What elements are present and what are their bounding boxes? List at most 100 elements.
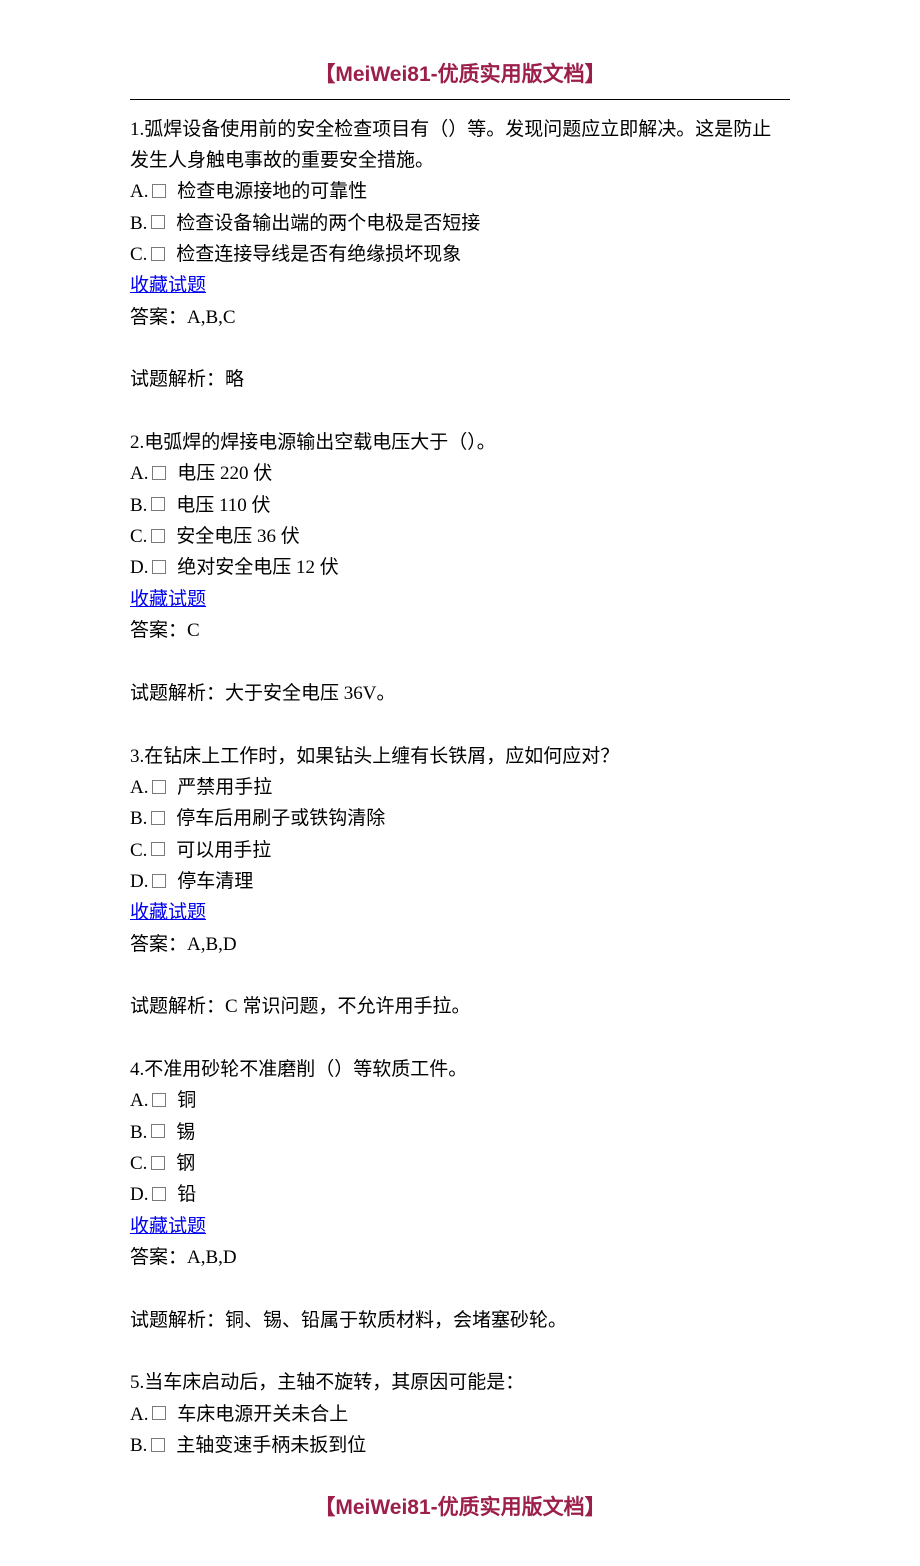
checkbox-icon[interactable] [152, 1093, 166, 1107]
analysis-value: 铜、锡、铅属于软质材料，会堵塞砂轮。 [225, 1310, 567, 1331]
option-text: 安全电压 36 伏 [171, 521, 299, 552]
option-row: B. 主轴变速手柄未扳到位 [130, 1430, 790, 1461]
checkbox-icon[interactable] [152, 874, 166, 888]
option-text: 检查电源接地的可靠性 [172, 176, 367, 207]
question-stem: 3.在钻床上工作时，如果钻头上缠有长铁屑，应如何应对？ [130, 741, 790, 772]
spacer [130, 1336, 790, 1367]
answer-value: C [187, 620, 200, 641]
checkbox-icon[interactable] [152, 184, 166, 198]
spacer [130, 1023, 790, 1054]
answer-value: A,B,D [187, 1247, 237, 1268]
answer-line: 答案：A,B,D [130, 1242, 790, 1273]
option-letter: A. [130, 1399, 148, 1430]
option-letter: B. [130, 490, 147, 521]
option-row: B. 锡 [130, 1117, 790, 1148]
option-letter: C. [130, 521, 147, 552]
option-row: A. 严禁用手拉 [130, 772, 790, 803]
checkbox-icon[interactable] [152, 466, 166, 480]
spacer [130, 333, 790, 364]
analysis-line: 试题解析：C 常识问题，不允许用手拉。 [130, 991, 790, 1022]
checkbox-icon[interactable] [151, 497, 165, 511]
option-letter: D. [130, 552, 148, 583]
option-text: 钢 [171, 1148, 195, 1179]
option-letter: C. [130, 1148, 147, 1179]
option-letter: A. [130, 458, 148, 489]
answer-value: A,B,C [187, 307, 236, 328]
favorite-link[interactable]: 收藏试题 [130, 275, 206, 296]
option-text: 严禁用手拉 [172, 772, 272, 803]
analysis-value: 略 [225, 369, 244, 390]
option-letter: D. [130, 1179, 148, 1210]
option-row: C. 钢 [130, 1148, 790, 1179]
option-text: 检查设备输出端的两个电极是否短接 [171, 208, 480, 239]
answer-prefix: 答案： [130, 1247, 187, 1268]
option-row: C. 检查连接导线是否有绝缘损坏现象 [130, 239, 790, 270]
option-letter: D. [130, 866, 148, 897]
favorite-link[interactable]: 收藏试题 [130, 589, 206, 610]
option-text: 停车清理 [172, 866, 253, 897]
option-letter: A. [130, 176, 148, 207]
checkbox-icon[interactable] [151, 1156, 165, 1170]
option-letter: B. [130, 803, 147, 834]
answer-value: A,B,D [187, 934, 237, 955]
option-letter: C. [130, 239, 147, 270]
option-row: A. 铜 [130, 1085, 790, 1116]
option-text: 检查连接导线是否有绝缘损坏现象 [171, 239, 461, 270]
checkbox-icon[interactable] [152, 1187, 166, 1201]
analysis-value: C 常识问题，不允许用手拉。 [225, 996, 470, 1017]
checkbox-icon[interactable] [151, 529, 165, 543]
checkbox-icon[interactable] [151, 247, 165, 261]
analysis-line: 试题解析：略 [130, 364, 790, 395]
questions-list: 1.弧焊设备使用前的安全检查项目有（）等。发现问题应立即解决。这是防止发生人身触… [130, 114, 790, 1462]
option-row: B. 检查设备输出端的两个电极是否短接 [130, 208, 790, 239]
option-text: 电压 110 伏 [171, 490, 270, 521]
option-row: A. 检查电源接地的可靠性 [130, 176, 790, 207]
checkbox-icon[interactable] [151, 1438, 165, 1452]
option-text: 绝对安全电压 12 伏 [172, 552, 338, 583]
option-letter: C. [130, 835, 147, 866]
option-letter: B. [130, 208, 147, 239]
option-row: C. 可以用手拉 [130, 835, 790, 866]
favorite-link[interactable]: 收藏试题 [130, 902, 206, 923]
checkbox-icon[interactable] [152, 560, 166, 574]
checkbox-icon[interactable] [151, 215, 165, 229]
question-stem: 5.当车床启动后，主轴不旋转，其原因可能是： [130, 1367, 790, 1398]
option-row: D. 绝对安全电压 12 伏 [130, 552, 790, 583]
analysis-prefix: 试题解析： [130, 369, 225, 390]
question-stem: 2.电弧焊的焊接电源输出空载电压大于（）。 [130, 427, 790, 458]
header-rule [130, 99, 790, 100]
option-row: B. 停车后用刷子或铁钩清除 [130, 803, 790, 834]
answer-prefix: 答案： [130, 307, 187, 328]
option-row: C. 安全电压 36 伏 [130, 521, 790, 552]
option-text: 铜 [172, 1085, 196, 1116]
checkbox-icon[interactable] [151, 1124, 165, 1138]
checkbox-icon[interactable] [152, 1406, 166, 1420]
option-text: 可以用手拉 [171, 835, 271, 866]
option-text: 停车后用刷子或铁钩清除 [171, 803, 385, 834]
answer-line: 答案：A,B,C [130, 302, 790, 333]
favorite-link[interactable]: 收藏试题 [130, 1216, 206, 1237]
page-container: 【MeiWei81-优质实用版文档】 1.弧焊设备使用前的安全检查项目有（）等。… [0, 0, 920, 1566]
answer-prefix: 答案： [130, 620, 187, 641]
option-letter: A. [130, 1085, 148, 1116]
spacer [130, 396, 790, 427]
checkbox-icon[interactable] [151, 811, 165, 825]
question-stem: 4.不准用砂轮不准磨削（）等软质工件。 [130, 1054, 790, 1085]
analysis-line: 试题解析：大于安全电压 36V。 [130, 678, 790, 709]
option-letter: B. [130, 1430, 147, 1461]
answer-line: 答案：C [130, 615, 790, 646]
question-stem: 1.弧焊设备使用前的安全检查项目有（）等。发现问题应立即解决。这是防止发生人身触… [130, 114, 790, 177]
checkbox-icon[interactable] [152, 780, 166, 794]
option-text: 车床电源开关未合上 [172, 1399, 348, 1430]
option-text: 锡 [171, 1117, 195, 1148]
option-letter: B. [130, 1117, 147, 1148]
answer-prefix: 答案： [130, 934, 187, 955]
spacer [130, 646, 790, 677]
checkbox-icon[interactable] [151, 842, 165, 856]
page-header: 【MeiWei81-优质实用版文档】 [130, 58, 790, 99]
option-text: 电压 220 伏 [172, 458, 272, 489]
spacer [130, 960, 790, 991]
option-row: D. 停车清理 [130, 866, 790, 897]
analysis-prefix: 试题解析： [130, 683, 225, 704]
spacer [130, 709, 790, 740]
